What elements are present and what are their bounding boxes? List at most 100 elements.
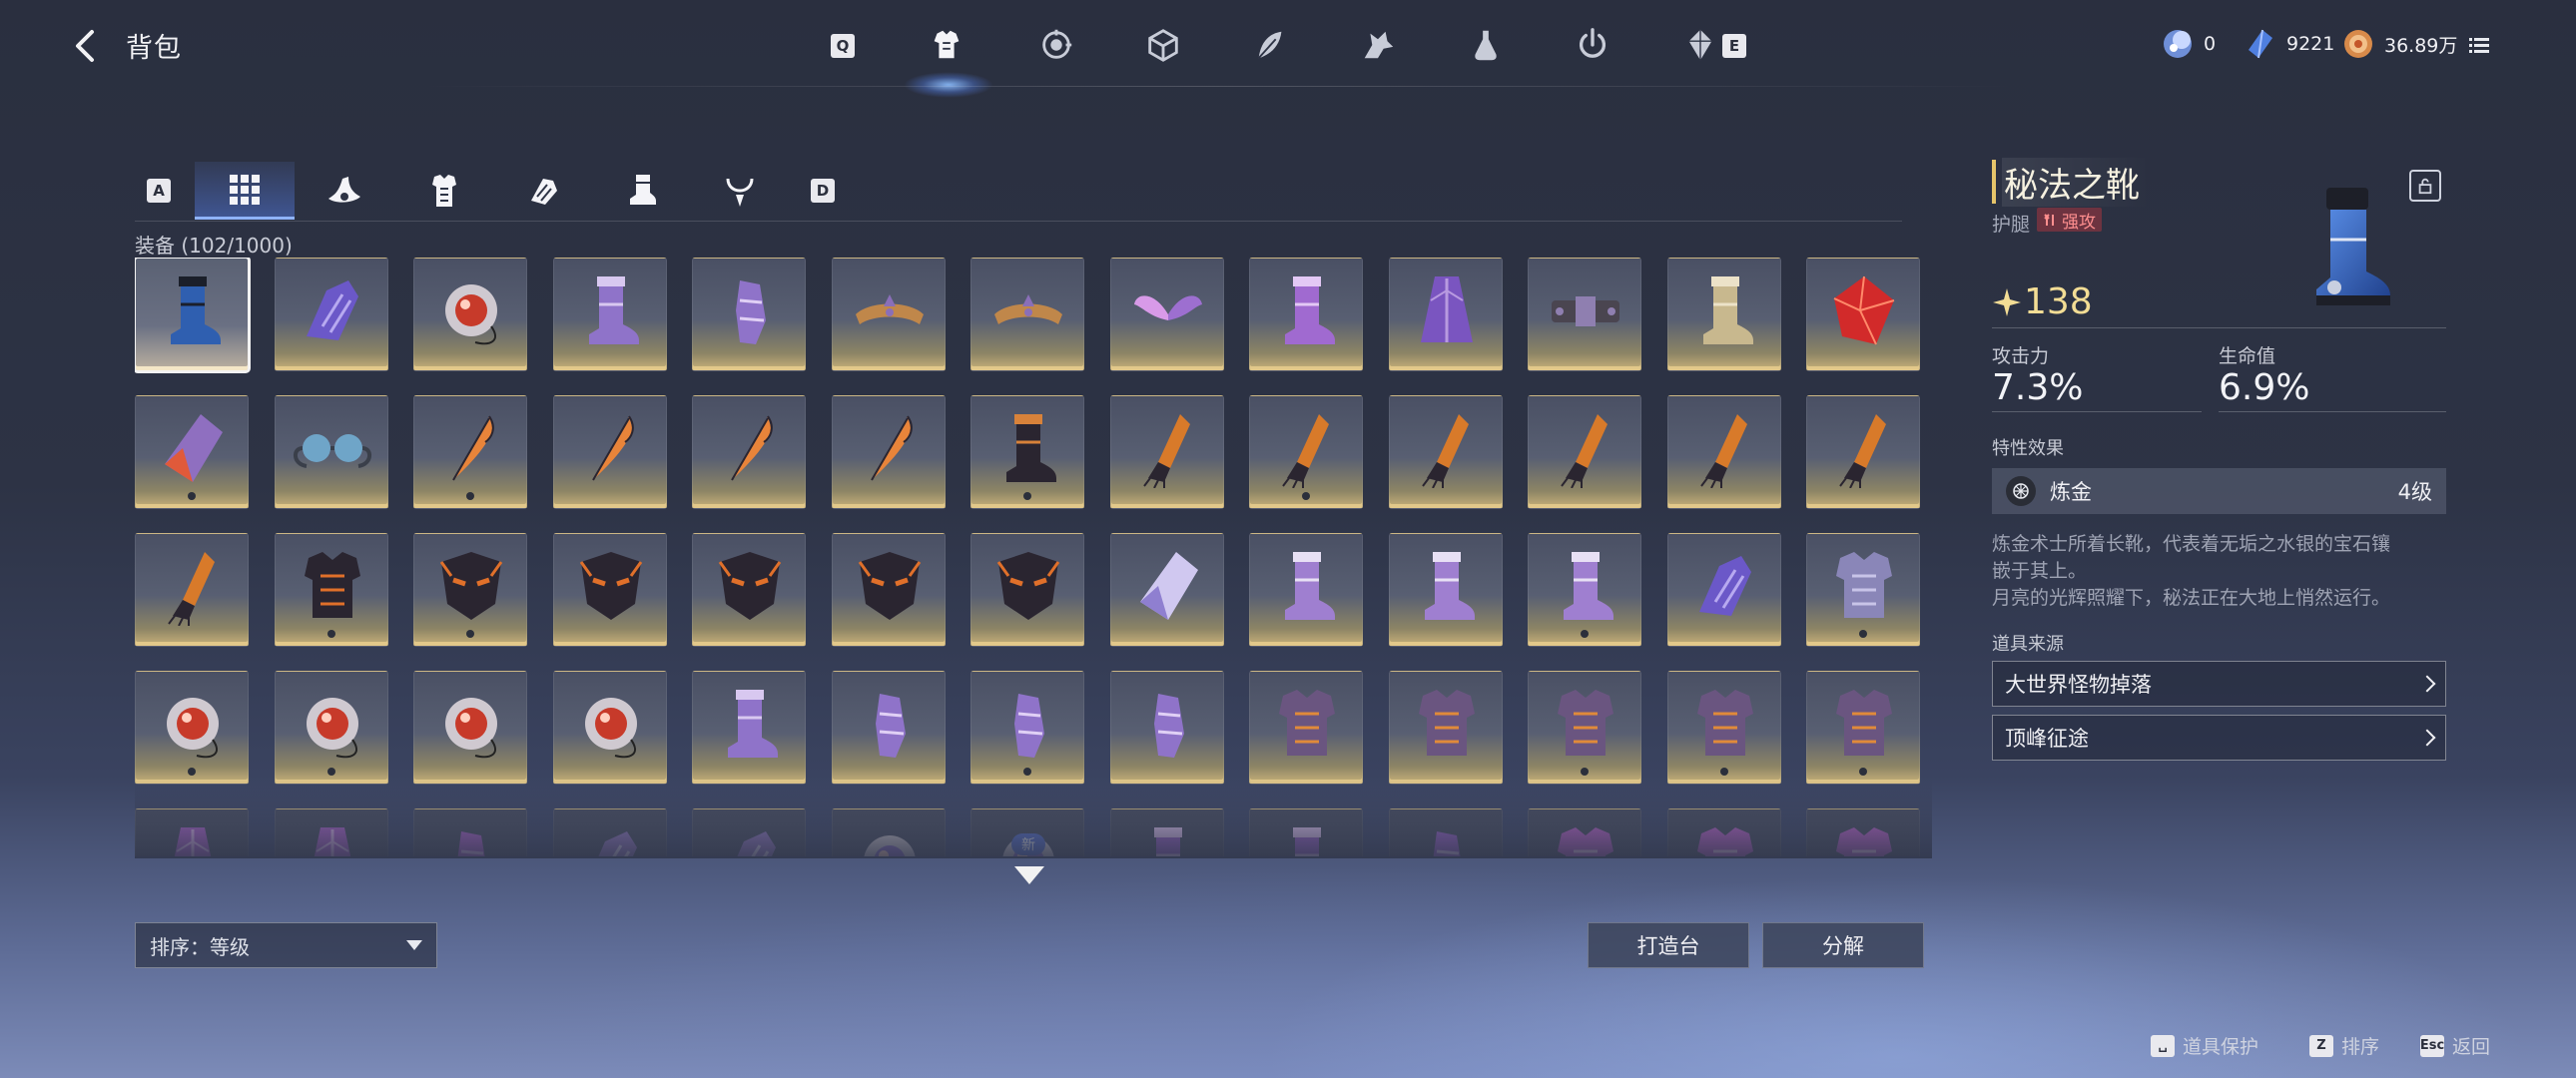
inventory-slot[interactable] xyxy=(1528,258,1641,371)
inventory-slot[interactable] xyxy=(831,808,946,856)
inventory-slot[interactable] xyxy=(552,533,667,647)
inventory-slot[interactable] xyxy=(970,258,1084,371)
lock-toggle[interactable] xyxy=(2409,170,2441,202)
source-item-world-drops[interactable]: 大世界怪物掉落 xyxy=(1992,661,2446,707)
hotkey-protect[interactable]: ␣ 道具保护 xyxy=(2151,1032,2258,1059)
inventory-slot[interactable] xyxy=(413,533,527,647)
inventory-slot[interactable] xyxy=(1806,671,1920,785)
inventory-slot[interactable] xyxy=(692,671,806,785)
inventory-slot[interactable] xyxy=(1109,533,1224,647)
inventory-slot[interactable] xyxy=(831,395,946,509)
hotkey-back[interactable]: Esc 返回 xyxy=(2420,1032,2490,1059)
inventory-slot[interactable] xyxy=(1388,671,1503,785)
inventory-slot[interactable] xyxy=(135,258,251,373)
inventory-slot[interactable] xyxy=(1388,808,1503,856)
subtab-hat[interactable] xyxy=(295,162,394,220)
tab-wolf[interactable] xyxy=(1353,20,1403,70)
inventory-slot[interactable] xyxy=(1528,671,1641,785)
inventory-slot[interactable] xyxy=(1249,258,1363,371)
inventory-slot[interactable] xyxy=(552,808,667,856)
inventory-slot[interactable] xyxy=(1666,395,1781,509)
inventory-slot[interactable] xyxy=(1388,258,1503,371)
inventory-slot[interactable] xyxy=(274,671,388,785)
inventory-slot[interactable] xyxy=(692,258,806,371)
inventory-slot[interactable] xyxy=(552,671,667,785)
inventory-slot[interactable] xyxy=(970,395,1084,509)
inventory-slot[interactable] xyxy=(1666,258,1781,371)
inventory-slot[interactable] xyxy=(1388,533,1503,647)
inventory-slot[interactable] xyxy=(413,671,527,785)
inventory-slot[interactable] xyxy=(1249,671,1363,785)
inventory-slot[interactable] xyxy=(1528,395,1641,509)
tab-power[interactable] xyxy=(1568,20,1617,70)
inventory-slot[interactable] xyxy=(1666,533,1781,647)
inventory-slot[interactable] xyxy=(1109,258,1224,371)
inventory-slot[interactable] xyxy=(1806,808,1920,856)
inventory-slot[interactable] xyxy=(970,671,1084,785)
inventory-slot[interactable] xyxy=(970,533,1084,647)
tab-crystal[interactable] xyxy=(1675,20,1725,70)
inventory-slot[interactable] xyxy=(1806,258,1920,371)
next-subtab-key[interactable]: D xyxy=(811,179,835,203)
sort-dropdown[interactable]: 排序：等级 xyxy=(135,922,437,968)
forge-button[interactable]: 打造台 xyxy=(1588,922,1749,968)
prev-category-key[interactable]: Q xyxy=(831,34,855,58)
inventory-slot[interactable] xyxy=(413,258,527,371)
inventory-slot[interactable] xyxy=(1249,395,1363,509)
tab-potion[interactable] xyxy=(1461,20,1511,70)
tab-armor[interactable] xyxy=(922,20,971,70)
inventory-slot[interactable] xyxy=(274,808,388,856)
subtab-chest[interactable] xyxy=(394,162,494,220)
hotkey-sort[interactable]: Z 排序 xyxy=(2309,1032,2379,1059)
subtab-necklace[interactable] xyxy=(690,162,790,220)
armor-item-icon xyxy=(1696,827,1753,856)
inventory-slot[interactable] xyxy=(1528,533,1641,647)
inventory-slot[interactable] xyxy=(274,395,388,509)
inventory-slot[interactable] xyxy=(831,533,946,647)
tab-feather[interactable] xyxy=(1245,20,1295,70)
inventory-slot[interactable] xyxy=(135,808,249,856)
scroll-down-arrow[interactable] xyxy=(1014,866,1044,884)
back-button[interactable] xyxy=(68,26,108,66)
inventory-slot[interactable] xyxy=(692,808,806,856)
inventory-slot[interactable] xyxy=(1388,395,1503,509)
inventory-slot[interactable] xyxy=(692,533,806,647)
inventory-slot[interactable] xyxy=(135,395,249,509)
glove-item-icon xyxy=(737,831,776,856)
inventory-slot[interactable] xyxy=(831,258,946,371)
inventory-slot[interactable]: 新 xyxy=(970,808,1084,856)
inventory-slot[interactable] xyxy=(135,671,249,785)
inventory-slot[interactable] xyxy=(1666,808,1781,856)
inventory-slot[interactable] xyxy=(831,671,946,785)
prev-subtab-key[interactable]: A xyxy=(147,179,171,203)
subtab-boot[interactable] xyxy=(592,162,692,220)
inventory-slot[interactable] xyxy=(1249,808,1363,856)
dismantle-button[interactable]: 分解 xyxy=(1762,922,1924,968)
page-title: 背包 xyxy=(126,33,182,64)
menu-list-button[interactable] xyxy=(2468,34,2490,56)
source-item-summit[interactable]: 顶峰征途 xyxy=(1992,715,2446,761)
inventory-slot[interactable] xyxy=(1806,395,1920,509)
inventory-slot[interactable] xyxy=(135,533,249,647)
next-category-key[interactable]: E xyxy=(1722,34,1746,58)
subtab-all[interactable] xyxy=(195,162,295,220)
inventory-slot[interactable] xyxy=(1109,808,1224,856)
inventory-slot[interactable] xyxy=(1109,395,1224,509)
inventory-slot[interactable] xyxy=(552,258,667,371)
tab-cube[interactable] xyxy=(1138,20,1188,70)
inventory-slot[interactable] xyxy=(692,395,806,509)
trait-row[interactable]: 炼金 4级 xyxy=(1992,468,2446,514)
inventory-slot[interactable] xyxy=(413,395,527,509)
inventory-slot[interactable] xyxy=(1109,671,1224,785)
inventory-slot[interactable] xyxy=(1806,533,1920,647)
tab-gem[interactable] xyxy=(1031,20,1081,70)
inventory-slot[interactable] xyxy=(552,395,667,509)
inventory-slot[interactable] xyxy=(1666,671,1781,785)
inventory-slot[interactable] xyxy=(1528,808,1641,856)
inventory-slot[interactable] xyxy=(274,533,388,647)
inventory-grid-viewport[interactable]: 新 xyxy=(135,258,1932,856)
subtab-glove[interactable] xyxy=(493,162,593,220)
inventory-slot[interactable] xyxy=(274,258,388,371)
inventory-slot[interactable] xyxy=(1249,533,1363,647)
inventory-slot[interactable] xyxy=(413,808,527,856)
